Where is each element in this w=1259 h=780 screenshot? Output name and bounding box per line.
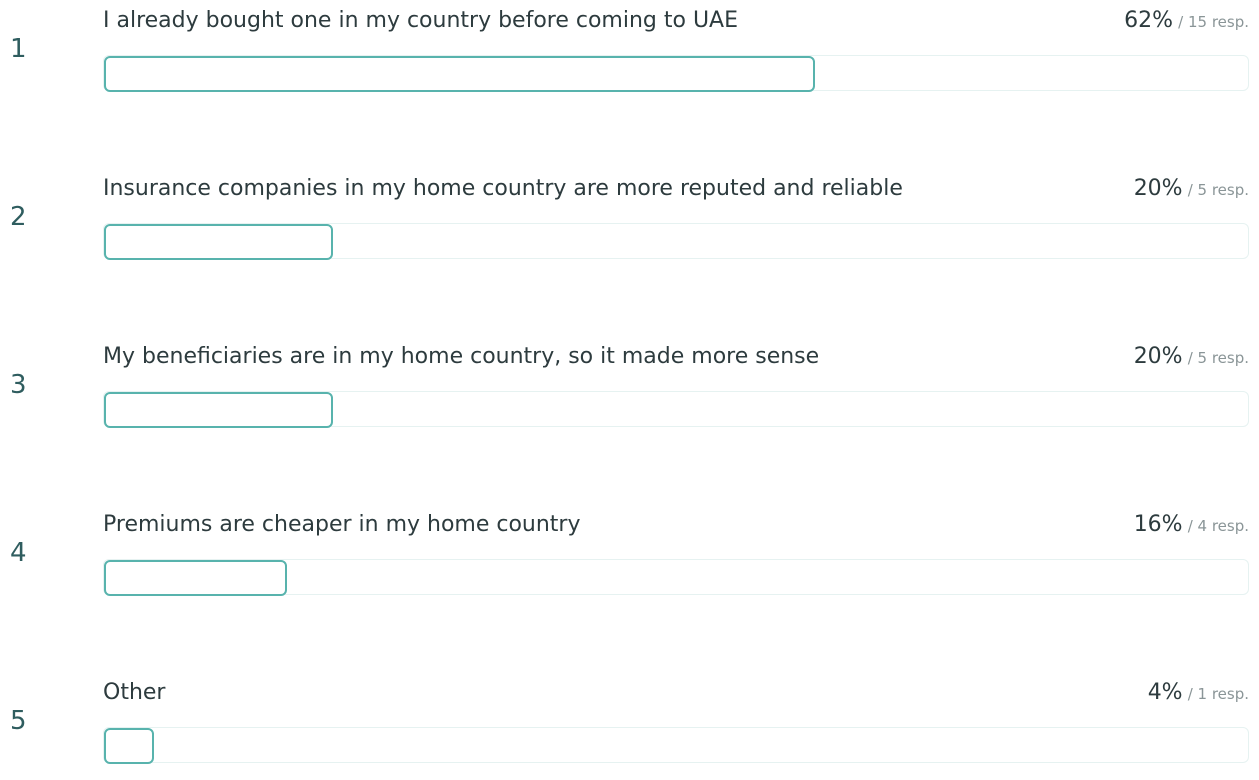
answer-label: My beneficiaries are in my home country,… [103,344,820,369]
result-row-5: 5 Other 4% / 1 resp. [0,680,1259,780]
percent-label: 16% [1133,512,1183,537]
rank-number: 2 [10,202,27,232]
answer-stat: 16% / 4 resp. [1134,512,1249,539]
answer-stat: 20% / 5 resp. [1134,176,1249,203]
answer-label: Premiums are cheaper in my home country [103,512,581,537]
percent-label: 4% [1147,680,1183,705]
result-row-3: 3 My beneficiaries are in my home countr… [0,344,1259,444]
bar-fill [104,392,333,428]
answer-stat: 4% / 1 resp. [1148,680,1249,707]
rank-number: 5 [10,706,27,736]
survey-results: 1 I already bought one in my country bef… [0,0,1259,768]
percent-label: 20% [1133,344,1183,369]
bar-track [103,559,1249,596]
answer-stat: 20% / 5 resp. [1134,344,1249,371]
percent-label: 62% [1124,8,1174,33]
rank-number: 4 [10,538,27,568]
answer-label: Other [103,680,166,705]
bar-fill [104,56,815,92]
response-count: / 1 resp. [1187,685,1249,703]
response-count: / 4 resp. [1187,517,1249,535]
percent-label: 20% [1133,176,1183,201]
response-count: / 5 resp. [1187,181,1249,199]
bar-track [103,55,1249,92]
rank-number: 1 [10,34,27,64]
rank-number: 3 [10,370,27,400]
result-row-2: 2 Insurance companies in my home country… [0,176,1259,276]
bar-track [103,727,1249,764]
result-row-4: 4 Premiums are cheaper in my home countr… [0,512,1259,612]
bar-fill [104,224,333,260]
bar-fill [104,560,287,596]
bar-track [103,391,1249,428]
answer-label: Insurance companies in my home country a… [103,176,903,201]
response-count: / 5 resp. [1187,349,1249,367]
response-count: / 15 resp. [1178,13,1249,31]
answer-label: I already bought one in my country befor… [103,8,739,33]
bar-track [103,223,1249,260]
answer-stat: 62% / 15 resp. [1124,8,1249,35]
bar-fill [104,728,154,764]
result-row-1: 1 I already bought one in my country bef… [0,8,1259,108]
